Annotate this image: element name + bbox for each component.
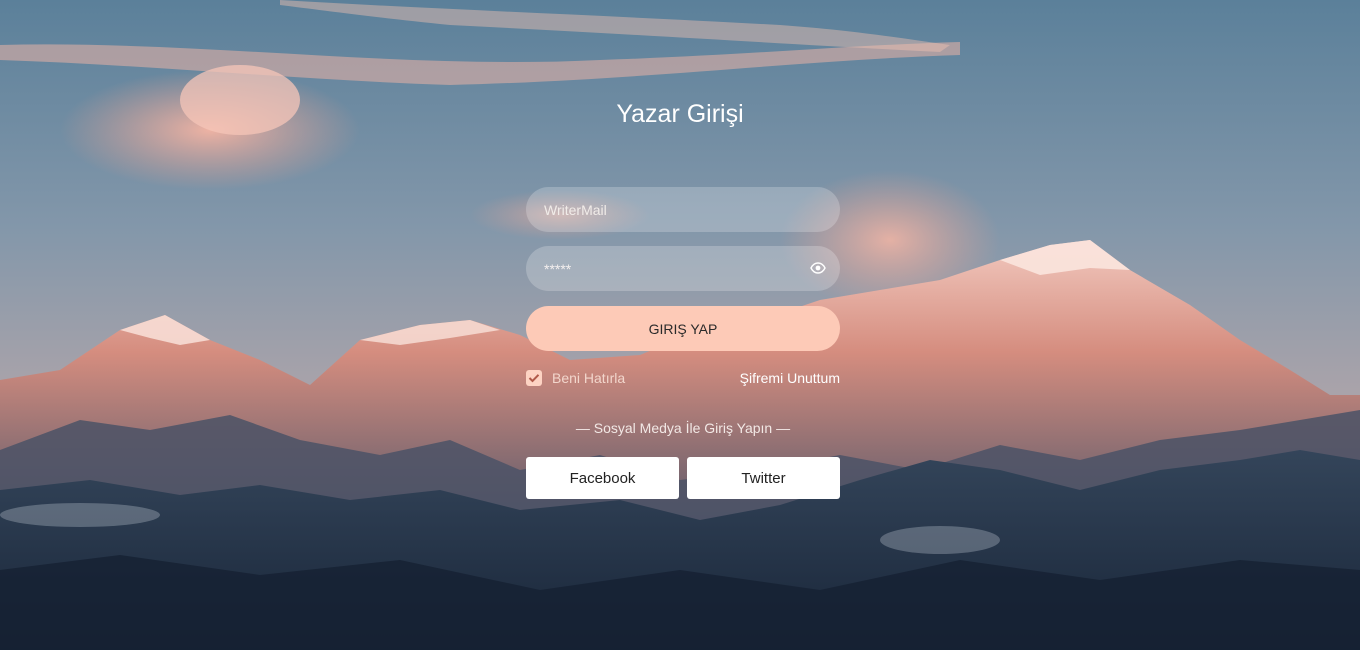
eye-icon[interactable] xyxy=(810,261,826,275)
page-title: Yazar Girişi xyxy=(616,100,744,128)
remember-label[interactable]: Beni Hatırla xyxy=(552,370,625,386)
social-login-title: — Sosyal Medya İle Giriş Yapın — xyxy=(575,420,791,436)
twitter-button[interactable]: Twitter xyxy=(687,457,840,499)
remember-me: Beni Hatırla xyxy=(526,369,625,387)
remember-checkbox[interactable] xyxy=(526,370,542,386)
forgot-password-link[interactable]: Şifremi Unuttum xyxy=(690,369,840,387)
email-input[interactable] xyxy=(526,187,840,232)
check-icon xyxy=(528,374,540,383)
password-field-wrapper xyxy=(526,246,840,291)
password-input[interactable] xyxy=(526,246,840,291)
facebook-button[interactable]: Facebook xyxy=(526,457,679,499)
login-button[interactable]: GIRIŞ YAP xyxy=(526,306,840,351)
email-field-wrapper xyxy=(526,187,840,232)
